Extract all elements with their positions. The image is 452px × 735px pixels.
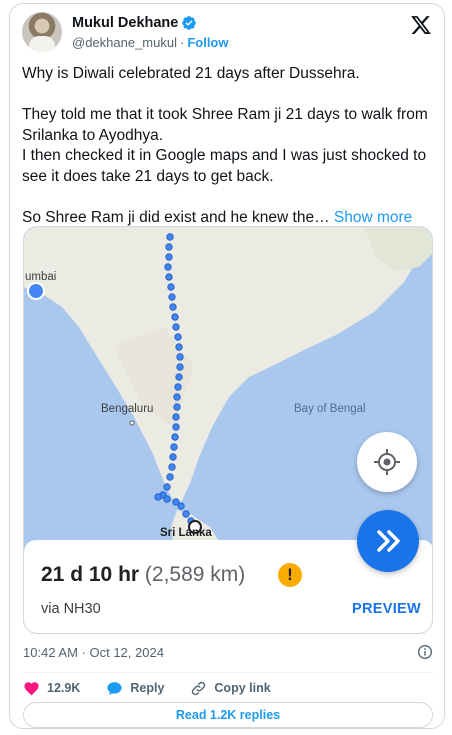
- tweet-text: Why is Diwali celebrated 21 days after D…: [22, 64, 434, 228]
- tweet-timestamp[interactable]: 10:42 AM · Oct 12, 2024: [23, 645, 164, 660]
- eta-text: 21 d 10 hr (2,589 km): [41, 563, 245, 587]
- x-logo-icon[interactable]: [410, 14, 432, 36]
- eta-distance: (2,589 km): [144, 563, 246, 586]
- warning-icon[interactable]: !: [278, 563, 302, 587]
- handle-row: @dekhane_mukul · Follow: [72, 35, 229, 50]
- info-icon[interactable]: [417, 644, 433, 660]
- tweet-line-last: So Shree Ram ji did exist and he knew th…: [22, 208, 434, 229]
- tweet-line: Why is Diwali celebrated 21 days after D…: [22, 65, 360, 82]
- verified-badge-icon: [182, 16, 197, 30]
- follow-button[interactable]: Follow: [187, 35, 228, 50]
- reply-bubble-icon: [107, 681, 122, 695]
- author-handle[interactable]: @dekhane_mukul: [72, 35, 177, 50]
- tweet-line: So Shree Ram ji did exist and he knew th…: [22, 208, 330, 226]
- like-button[interactable]: 12.9K: [23, 680, 80, 697]
- preview-button[interactable]: PREVIEW: [352, 601, 421, 617]
- map-label-srilanka: Sri Lanka: [160, 527, 212, 539]
- copy-link-button[interactable]: Copy link: [190, 680, 271, 697]
- my-location-button[interactable]: [357, 432, 417, 492]
- eta-hours: 10 hr: [88, 563, 140, 586]
- map-label-bay: Bay of Bengal: [294, 403, 366, 415]
- route-via: via NH30: [41, 601, 101, 617]
- show-more-link[interactable]: Show more: [334, 209, 412, 226]
- read-replies-button[interactable]: Read 1.2K replies: [23, 702, 433, 728]
- eta-days: 21 d: [41, 563, 84, 586]
- tweet-header: Mukul Dekhane @dekhane_mukul · Follow: [22, 12, 432, 56]
- heart-icon: [24, 681, 39, 695]
- map-screenshot[interactable]: umbai Bengaluru Sri Lanka Bay of Bengal …: [23, 226, 433, 634]
- avatar[interactable]: [22, 12, 62, 52]
- tweet-line: They told me that it took Shree Ram ji 2…: [22, 106, 428, 144]
- double-chevron-right-icon: [377, 530, 400, 552]
- reply-button[interactable]: Reply: [106, 680, 164, 697]
- author-name[interactable]: Mukul Dekhane: [72, 15, 178, 31]
- tweet-card: Mukul Dekhane @dekhane_mukul · Follow Wh…: [9, 3, 445, 729]
- map-label-bengaluru: Bengaluru: [101, 403, 154, 415]
- author-name-row: Mukul Dekhane: [72, 15, 197, 31]
- locate-icon: [374, 449, 400, 475]
- copy-link-label: Copy link: [214, 681, 271, 695]
- map-label-mumbai: umbai: [25, 271, 57, 283]
- start-navigation-button[interactable]: [357, 510, 419, 572]
- separator-dot: ·: [179, 35, 185, 50]
- divider: [23, 672, 433, 673]
- like-count: 12.9K: [47, 681, 81, 695]
- action-bar: 12.9K Reply Copy link: [23, 677, 297, 699]
- link-icon: [192, 681, 206, 695]
- tweet-line: I then checked it in Google maps and I w…: [22, 147, 427, 185]
- reply-label: Reply: [130, 681, 165, 695]
